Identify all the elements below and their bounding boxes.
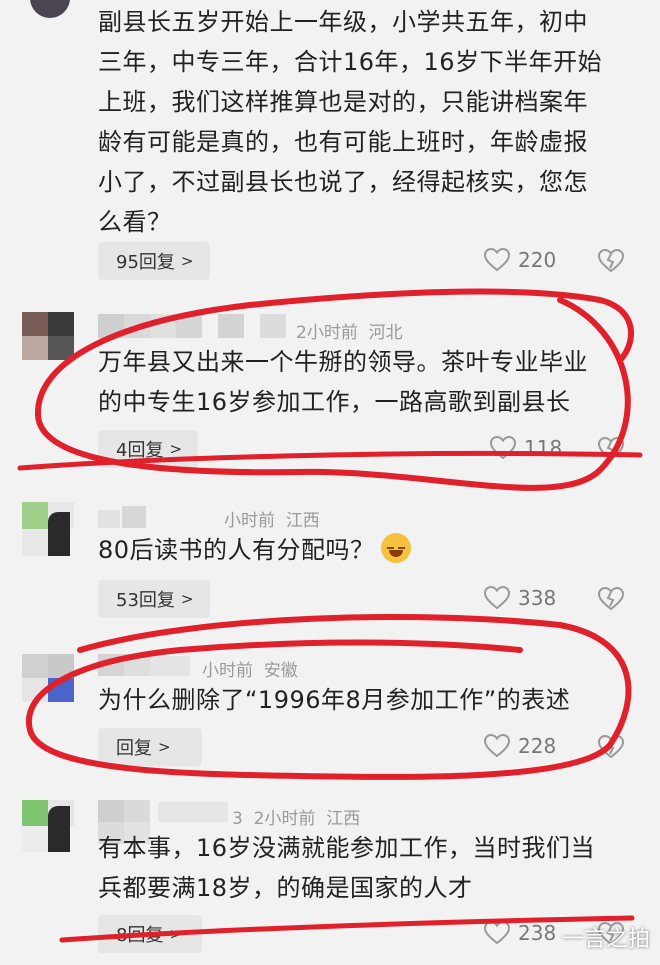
laughing-crying-emoji-icon [380,533,411,563]
comment-line-text: 80后读书的人有分配吗？ [98,536,375,564]
reply-count-button[interactable]: 53回复 > [98,580,210,618]
reply-count-button[interactable]: 4回复 > [98,430,198,468]
heart-outline-icon [484,734,510,758]
username-blurred[interactable] [98,506,218,528]
comment-line: 兵都要满18岁，的确是国家的人才 [98,874,473,902]
like-button[interactable]: 238 [484,921,556,945]
comment-time: 2小时前 [296,323,358,343]
comment-line: 龄有可能是真的，也有可能上班时，年龄虚报 [98,128,588,156]
avatar[interactable] [22,312,74,360]
username-blurred[interactable] [98,654,198,676]
reply-count-button[interactable]: 8回复 > [98,915,202,953]
username-blurred[interactable] [98,314,288,338]
comment-time: 2小时前 [253,809,316,829]
comment-line: 为什么删除了“1996年8月参加工作”的表述 [98,686,571,714]
chevron-right-icon: > [180,252,194,270]
broken-heart-icon[interactable] [598,437,624,461]
reply-count-label: 8回复 [116,925,164,946]
reply-count-button[interactable]: 回复 > [98,728,202,766]
like-count: 238 [518,921,557,945]
comment-line: 么看？ [98,208,172,236]
reply-count-label: 回复 [116,738,152,759]
comment-time: 小时前 [202,661,253,681]
chevron-right-icon: > [180,590,194,608]
comment-line: 万年县又出来一个牛掰的领导。茶叶专业毕业 [98,348,588,376]
heart-outline-icon [484,248,510,272]
comment-line: 的中专生16岁参加工作，一路高歌到副县长 [98,388,571,416]
comment-line: 三年，中专三年，合计16年，16岁下半年开始 [98,48,603,76]
username-fragment: 3 [232,809,243,829]
like-count: 338 [518,586,557,610]
comment-text: 万年县又出来一个牛掰的领导。茶叶专业毕业 的中专生16岁参加工作，一路高歌到副县… [98,342,638,422]
heart-outline-icon [484,921,510,945]
like-count: 118 [524,436,563,460]
heart-outline-icon [484,586,510,610]
comment-location: 河北 [368,323,403,343]
comment-text: 副县长五岁开始上一年级，小学共五年，初中 三年，中专三年，合计16年，16岁下半… [98,2,638,242]
comment-meta: 2小时前 河北 [296,318,403,343]
comment-text: 80后读书的人有分配吗？ [98,530,638,570]
avatar[interactable] [22,800,74,852]
comment-line: 副县长五岁开始上一年级，小学共五年，初中 [98,8,588,36]
avatar[interactable] [22,654,74,702]
avatar[interactable] [30,0,70,18]
comment-line: 80后读书的人有分配吗？ [98,530,638,570]
chevron-right-icon: > [158,738,171,756]
like-button[interactable]: 228 [484,734,556,758]
comment-time: 小时前 [224,511,275,531]
comment-location: 江西 [285,511,320,531]
comment-line: 上班，我们这样推算也是对的，只能讲档案年 [98,88,588,116]
chevron-right-icon: > [169,440,183,458]
comment-text: 有本事，16岁没满就能参加工作，当时我们当 兵都要满18岁，的确是国家的人才 [98,828,638,908]
like-button[interactable]: 220 [484,248,556,272]
comment-meta: 小时前 安徽 [202,656,298,681]
heart-outline-icon [490,436,516,460]
like-button[interactable]: 118 [490,436,562,460]
reply-count-label: 95回复 [116,252,175,273]
watermark: 一言之拍 [561,927,650,952]
like-count: 220 [518,248,557,272]
broken-heart-icon[interactable] [598,587,624,611]
broken-heart-icon[interactable] [598,735,624,759]
comment-location: 江西 [326,809,361,829]
reply-count-label: 53回复 [116,590,175,611]
comment-line: 有本事，16岁没满就能参加工作，当时我们当 [98,834,596,862]
avatar[interactable] [22,502,74,556]
comment-meta: 3 2小时前 江西 [232,804,360,829]
comment-text: 为什么删除了“1996年8月参加工作”的表述 [98,680,638,720]
comment-line: 小了，不过副县长也说了，经得起核实，您怎 [98,168,588,196]
reply-count-button[interactable]: 95回复 > [98,242,210,280]
comment-location: 安徽 [263,661,298,681]
like-button[interactable]: 338 [484,586,556,610]
like-count: 228 [518,734,557,758]
comment-meta: 小时前 江西 [224,506,320,531]
broken-heart-icon[interactable] [598,249,624,273]
reply-count-label: 4回复 [116,440,164,461]
chevron-right-icon: > [169,925,183,943]
